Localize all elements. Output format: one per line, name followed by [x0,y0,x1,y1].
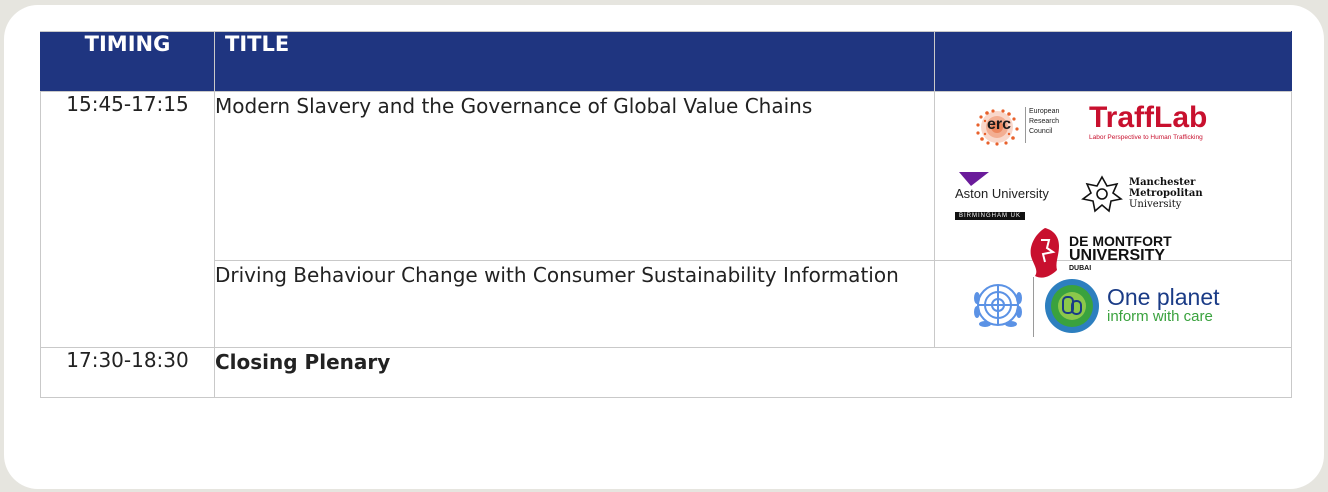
session-title: Modern Slavery and the Governance of Glo… [214,91,935,261]
erc-subtitle: European Research Council [1029,107,1059,137]
trafflab-wordmark: TraffLab [1089,101,1208,134]
aston-logo: Aston University BIRMINGHAM UK [955,172,1075,221]
logo-divider [1033,277,1034,337]
trafflab-logo: TraffLab Labor Perspective to Human Traf… [1089,102,1219,142]
mmu-line3: University [1129,199,1182,210]
oneplanet-globe-icon [1045,279,1099,333]
aston-location: BIRMINGHAM UK [955,212,1026,220]
oneplanet-name: One planet [1107,284,1220,310]
un-oneplanet-logo: One planet inform with care [971,273,1241,339]
session-title: Driving Behaviour Change with Consumer S… [214,260,935,348]
oneplanet-tagline: inform with care [1107,308,1213,325]
mmu-line2: Metropolitan [1129,188,1203,199]
partner-logos: One planet inform with care [934,260,1292,348]
erc-line2: Research [1029,118,1059,125]
table-row: Driving Behaviour Change with Consumer S… [41,260,1292,348]
session-title: Closing Plenary [214,347,1292,398]
aston-triangle-icon [959,172,989,186]
mmu-emblem-icon [1081,175,1123,213]
mmu-line1: Manchester [1129,177,1196,188]
dmu-line1: DE MONTFORT [1069,233,1172,249]
mmu-wordmark: Manchester Metropolitan University [1129,177,1203,210]
agenda-table: TIMING TITLE 15:45-17:15 Modern Slavery … [40,31,1292,398]
table-header-row: TIMING TITLE [40,31,1292,92]
session-time: 15:45-17:15 [40,91,215,348]
un-emblem-icon [974,284,1022,327]
partner-logos: erc European Research Council TraffLab L… [934,91,1292,278]
table-row: 15:45-17:15 Modern Slavery and the Gover… [40,91,1292,348]
header-timing: TIMING [40,31,215,92]
trafflab-tagline: Labor Perspective to Human Trafficking [1089,134,1203,141]
table-row: 17:30-18:30 Closing Plenary [40,347,1292,398]
erc-wordmark: erc [987,116,1012,133]
mmu-logo: Manchester Metropolitan University [1081,174,1251,214]
aston-name: Aston University [955,186,1049,201]
header-title: TITLE [214,31,935,92]
erc-line3: Council [1029,128,1053,135]
content-card: TIMING TITLE 15:45-17:15 Modern Slavery … [4,5,1324,489]
session-time: 17:30-18:30 [40,347,215,398]
erc-line1: European [1029,108,1060,115]
erc-divider [1025,107,1026,143]
erc-logo: erc European Research Council [973,107,1083,147]
header-logos [934,31,1292,92]
oneplanet-wordmark: One planet inform with care [1107,285,1220,325]
